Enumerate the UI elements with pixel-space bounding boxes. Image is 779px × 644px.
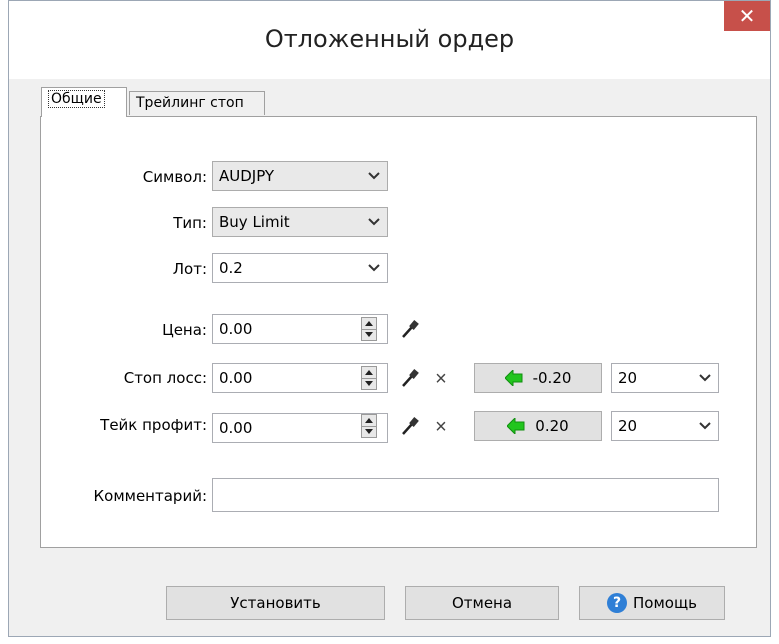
stoploss-level-button[interactable]: -0.20 [474, 363, 602, 393]
lot-combo[interactable]: 0.2 [212, 253, 388, 283]
stepper-down-icon[interactable] [362, 426, 376, 437]
help-label: Помощь [633, 594, 697, 612]
stoploss-level-label: -0.20 [532, 369, 572, 387]
takeprofit-clear-icon[interactable]: × [431, 415, 451, 439]
help-icon: ? [607, 593, 628, 613]
type-label: Тип: [173, 214, 207, 232]
stepper-down-icon[interactable] [362, 329, 376, 340]
lot-label: Лот: [172, 260, 207, 278]
stoploss-stepper[interactable] [361, 366, 377, 390]
comment-label: Комментарий: [93, 487, 208, 505]
green-arrow-left-icon [504, 370, 523, 386]
symbol-value: AUDJPY [219, 167, 275, 185]
stoploss-points-select[interactable]: 20 [611, 363, 719, 393]
chevron-down-icon [367, 208, 381, 236]
takeprofit-level-button[interactable]: 0.20 [474, 411, 602, 441]
eyedropper-icon[interactable] [399, 317, 421, 341]
takeprofit-label: Тейк профит: [100, 416, 207, 434]
takeprofit-points-value: 20 [618, 417, 638, 435]
comment-input[interactable] [212, 478, 719, 512]
lot-value: 0.2 [219, 259, 243, 277]
title-bar: Отложенный ордер ✕ [9, 1, 770, 79]
chevron-down-icon [698, 412, 712, 440]
close-icon: ✕ [738, 4, 756, 28]
general-panel: Символ: AUDJPY Тип: Buy Limit Лот: 0.2 Ц… [40, 116, 757, 548]
tab-general-label: Общие [48, 90, 105, 108]
symbol-select[interactable]: AUDJPY [212, 161, 388, 191]
tab-trailing-stop[interactable]: Трейлинг стоп [129, 91, 265, 115]
stoploss-label: Стоп лосс: [123, 369, 207, 387]
help-button[interactable]: ? Помощь [579, 586, 725, 620]
place-order-label: Установить [230, 594, 321, 612]
takeprofit-stepper[interactable] [361, 414, 377, 438]
chevron-down-icon [367, 162, 381, 190]
window-title: Отложенный ордер [264, 25, 515, 53]
price-label: Цена: [162, 321, 207, 339]
price-value: 0.00 [219, 320, 253, 338]
takeprofit-points-select[interactable]: 20 [611, 411, 719, 441]
tab-trailing-stop-label: Трейлинг стоп [136, 95, 244, 111]
cancel-button[interactable]: Отмена [405, 586, 559, 620]
chevron-down-icon [367, 254, 381, 282]
takeprofit-level-label: 0.20 [535, 417, 569, 435]
tab-general[interactable]: Общие [41, 87, 127, 117]
eyedropper-icon[interactable] [399, 366, 421, 390]
place-order-button[interactable]: Установить [166, 586, 385, 620]
eyedropper-icon[interactable] [399, 414, 421, 438]
stoploss-clear-icon[interactable]: × [431, 367, 451, 391]
symbol-label: Символ: [142, 168, 207, 186]
takeprofit-value: 0.00 [219, 419, 253, 437]
cancel-label: Отмена [451, 594, 513, 612]
chevron-down-icon [698, 364, 712, 392]
green-arrow-left-icon [507, 418, 525, 434]
stepper-down-icon[interactable] [362, 378, 376, 389]
stoploss-points-value: 20 [618, 369, 638, 387]
type-value: Buy Limit [219, 213, 290, 231]
stoploss-value: 0.00 [219, 369, 253, 387]
close-button[interactable]: ✕ [724, 1, 770, 31]
price-stepper[interactable] [361, 317, 377, 341]
type-select[interactable]: Buy Limit [212, 207, 388, 237]
order-dialog: Отложенный ордер ✕ Общие Трейлинг стоп С… [8, 0, 771, 637]
